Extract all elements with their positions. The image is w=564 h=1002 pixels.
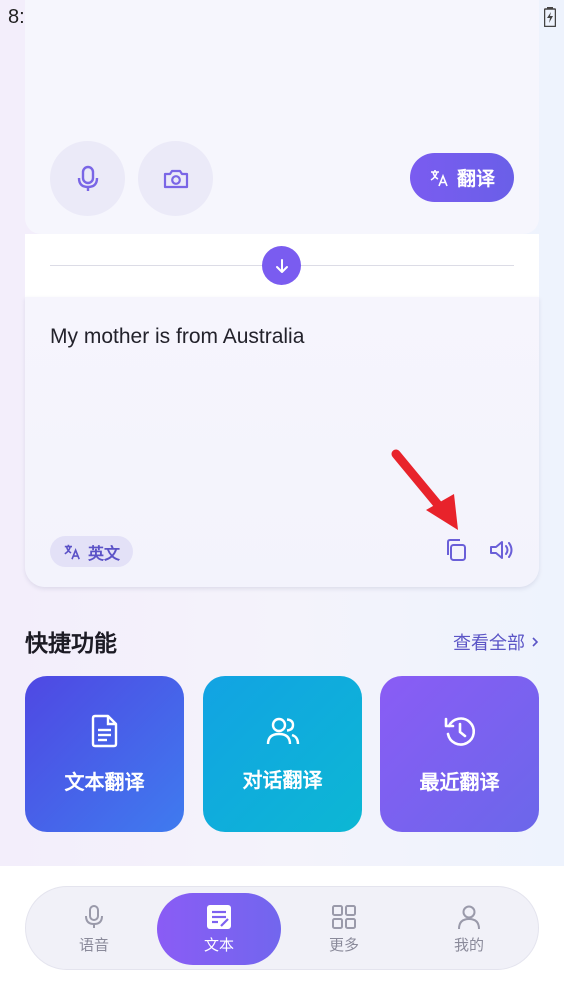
annotation-arrow-icon (391, 449, 458, 530)
speaker-icon (490, 541, 513, 559)
nav-item-more[interactable]: 更多 (282, 893, 406, 965)
view-all-label: 查看全部 (453, 633, 525, 654)
quick-recent-translate-card[interactable]: 最近翻译 (380, 676, 539, 832)
quick-card-label: 文本翻译 (64, 769, 145, 794)
copy-button[interactable] (441, 535, 471, 565)
mic-icon (85, 904, 103, 928)
copy-icon (447, 539, 466, 561)
quick-card-label: 最近翻译 (419, 769, 500, 794)
quick-dialogue-translate-card[interactable]: 对话翻译 (203, 676, 362, 832)
users-icon (266, 717, 299, 744)
camera-button[interactable] (138, 141, 213, 216)
translate-icon (64, 544, 80, 560)
nav-item-label: 更多 (328, 935, 359, 954)
arrow-down-icon (275, 258, 288, 273)
section-title: 快捷功能 (25, 631, 117, 657)
battery-icon (544, 7, 556, 27)
target-language-chip[interactable]: 英文 (50, 536, 134, 567)
nav-item-text[interactable]: 文本 (157, 893, 281, 965)
translated-text[interactable]: My mother is from Australia (50, 325, 304, 349)
grid-icon (332, 904, 356, 929)
translate-button[interactable]: 翻译 (410, 153, 514, 202)
divider-row (25, 234, 539, 297)
swap-direction-button[interactable] (262, 246, 301, 285)
nav-item-label: 文本 (203, 935, 234, 954)
quick-card-label: 对话翻译 (242, 767, 323, 792)
history-icon (444, 716, 475, 746)
translate-button-label: 翻译 (456, 168, 495, 190)
speaker-button[interactable] (487, 535, 517, 565)
mic-icon (77, 165, 98, 191)
document-icon (91, 714, 117, 747)
target-language-label: 英文 (88, 543, 121, 563)
nav-item-voice[interactable]: 语音 (32, 893, 156, 965)
nav-item-profile[interactable]: 我的 (407, 893, 531, 965)
bottom-nav: 语音 文本 更多 我的 (25, 886, 539, 970)
nav-item-label: 我的 (453, 935, 484, 954)
quick-text-translate-card[interactable]: 文本翻译 (25, 676, 184, 832)
output-card: My mother is from Australia 英文 (25, 297, 539, 587)
voice-input-button[interactable] (50, 141, 125, 216)
camera-icon (163, 169, 188, 188)
view-all-link[interactable]: 查看全部 (453, 629, 539, 655)
input-card[interactable]: 翻译 (25, 0, 539, 234)
nav-item-label: 语音 (78, 935, 109, 954)
person-icon (458, 905, 480, 929)
text-note-icon (207, 904, 231, 929)
translate-icon (430, 169, 448, 186)
chevron-right-icon (532, 637, 539, 647)
